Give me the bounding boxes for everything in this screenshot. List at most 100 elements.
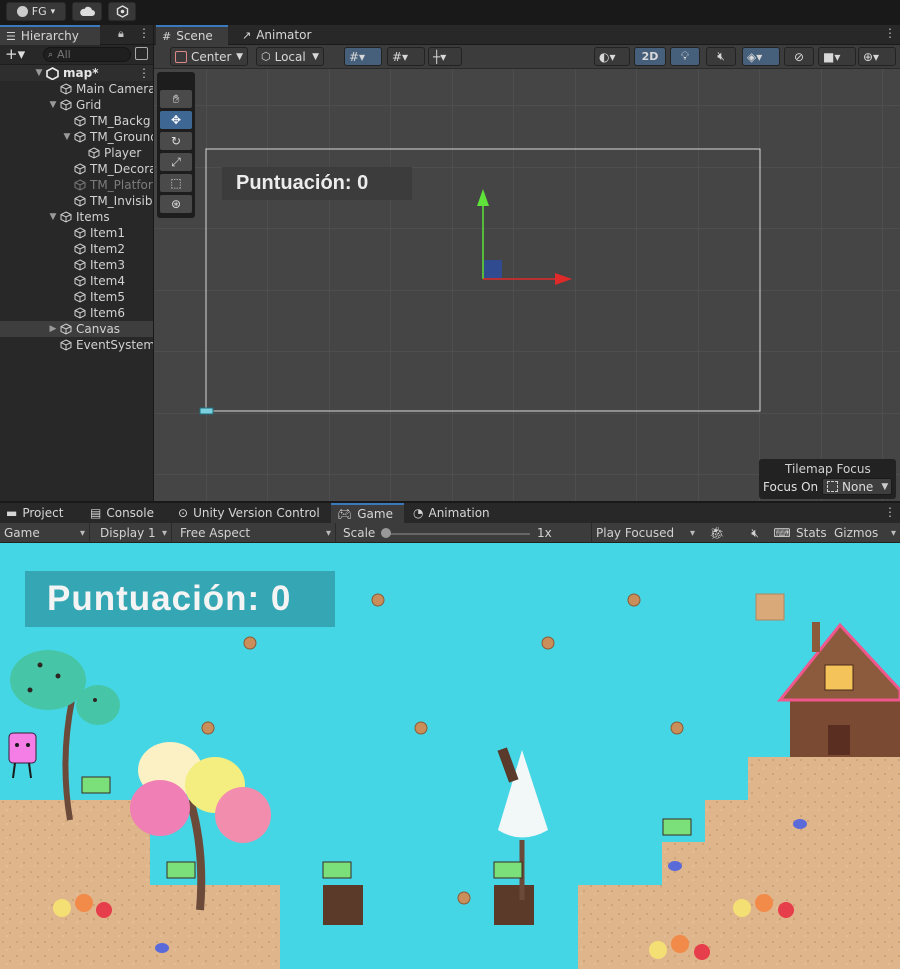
visibility-button[interactable]: ⊘ <box>784 47 814 66</box>
hand-tool-button[interactable]: ✋︎ <box>160 90 192 108</box>
lock-icon[interactable]: 🔒︎ <box>118 27 124 41</box>
tilemap-focus-overlay: Tilemap Focus Focus On None ▼ <box>759 459 896 499</box>
hierarchy-item[interactable]: Item5 <box>0 289 153 305</box>
hierarchy-item-label: Grid <box>76 98 102 112</box>
debug-button[interactable]: 🐞︎ <box>703 523 727 543</box>
increment-snapping-button[interactable]: #▾ <box>387 47 425 66</box>
tab-console[interactable]: ▤ Console <box>84 503 160 523</box>
draw-mode-dropdown[interactable]: ◐▾ <box>594 47 630 66</box>
rect-tool-button[interactable]: ⬚ <box>160 174 192 192</box>
chevron-down-icon[interactable]: ▼ <box>34 68 44 78</box>
hierarchy-item[interactable]: TM_Decora <box>0 161 153 177</box>
chevron-down-icon[interactable]: ▼ <box>48 100 58 110</box>
pivot-dropdown[interactable]: Center ▼ <box>170 47 248 66</box>
focus-on-dropdown[interactable]: None ▼ <box>822 478 892 495</box>
game-mode-dropdown[interactable]: Game <box>0 523 90 543</box>
tab-version-control[interactable]: ⊙ Unity Version Control <box>172 503 326 523</box>
transform-tool-button[interactable]: ⊛ <box>160 195 192 213</box>
hierarchy-item[interactable]: EventSystem <box>0 337 153 353</box>
scene-more-icon[interactable]: ⋮ <box>138 66 150 80</box>
tab-hierarchy[interactable]: ☰ Hierarchy <box>0 25 100 45</box>
tab-animation[interactable]: ◔ Animation <box>407 503 496 523</box>
scene-score-label[interactable]: Puntuación: 0 <box>222 167 412 200</box>
bulb-icon: 💡︎ <box>680 49 690 63</box>
gameobject-cube-icon <box>74 243 86 255</box>
scale-icon: ⤢ <box>171 154 181 169</box>
add-icon[interactable]: +▾ <box>5 45 25 63</box>
hierarchy-item[interactable]: Item4 <box>0 273 153 289</box>
hierarchy-item[interactable]: ▶ Canvas <box>0 321 153 337</box>
space-dropdown[interactable]: ⬡ Local ▼ <box>256 47 324 66</box>
snap-increment-icon: #▾ <box>392 49 409 64</box>
hierarchy-tabbar: ☰ Hierarchy 🔒︎ ⋮ <box>0 25 153 45</box>
hidden-eye-icon: ⊘ <box>793 49 805 64</box>
hierarchy-item[interactable]: TM_Invisib <box>0 193 153 209</box>
hierarchy-item[interactable]: Main Camera <box>0 81 153 97</box>
tab-project[interactable]: ▬ Project <box>0 503 69 523</box>
hierarchy-item[interactable]: TM_Backg <box>0 113 153 129</box>
gameobject-cube-icon <box>60 323 72 335</box>
hierarchy-item-label: Canvas <box>76 322 121 336</box>
tab-scene[interactable]: # Scene <box>156 25 228 45</box>
ruler-button[interactable]: ┼▾ <box>428 47 462 66</box>
scale-tool-button[interactable]: ⤢ <box>160 153 192 171</box>
hierarchy-item[interactable]: Item1 <box>0 225 153 241</box>
hierarchy-item[interactable]: Item6 <box>0 305 153 321</box>
gizmos-scene-dropdown[interactable]: ⊕▾ <box>858 47 896 66</box>
hierarchy-item[interactable]: Item3 <box>0 257 153 273</box>
mute-audio-button[interactable]: 🔇︎ <box>740 523 766 543</box>
hierarchy-item[interactable]: Item2 <box>0 241 153 257</box>
more-options-icon[interactable]: ⋮ <box>138 26 150 40</box>
hierarchy-item-label: Main Camera <box>76 82 153 96</box>
hierarchy-item[interactable]: Player <box>0 145 153 161</box>
chevron-down-icon: ▼ <box>881 481 889 492</box>
hierarchy-item[interactable]: ▼ TM_Ground <box>0 129 153 145</box>
hierarchy-item[interactable]: TM_Platfor <box>0 177 153 193</box>
hierarchy-toolbar: +▾ ⌕ All <box>0 45 153 65</box>
hierarchy-item[interactable]: ▼ Items <box>0 209 153 225</box>
list-icon: ☰ <box>6 29 16 43</box>
search-input[interactable]: ⌕ All <box>43 47 131 62</box>
scene-more-icon[interactable]: ⋮ <box>884 26 896 40</box>
audio-button[interactable]: 🔇︎ <box>706 47 736 66</box>
canvas-handle <box>199 407 214 415</box>
play-mode-dropdown[interactable]: Play Focused <box>591 523 699 543</box>
account-dropdown[interactable]: FG ▾ <box>6 2 66 21</box>
ruler-icon: ┼▾ <box>433 49 447 64</box>
display-dropdown[interactable]: Display 1 <box>96 523 172 543</box>
keyboard-icon: ⌨ <box>773 526 791 540</box>
services-button[interactable] <box>108 2 136 21</box>
chevron-down-icon[interactable]: ▼ <box>62 132 72 142</box>
scale-label: Scale <box>343 526 376 540</box>
stats-button[interactable]: Stats <box>792 523 827 543</box>
hierarchy-item-label: TM_Decora <box>90 162 153 176</box>
effects-dropdown[interactable]: ◈▾ <box>742 47 780 66</box>
hierarchy-item[interactable]: ▼ Grid <box>0 97 153 113</box>
tab-game-label: Game <box>357 507 393 521</box>
tab-animator[interactable]: ↗ Animator <box>236 25 318 45</box>
chevron-down-icon[interactable]: ▼ <box>48 212 58 222</box>
move-tool-button[interactable]: ✥ <box>160 111 192 129</box>
game-score-label: Puntuación: 0 <box>25 571 335 627</box>
game-view[interactable]: Puntuación: 0 <box>0 543 900 969</box>
aspect-dropdown[interactable]: Free Aspect <box>176 523 336 543</box>
gear-icon <box>116 5 128 18</box>
grid-snapping-button[interactable]: #▾ <box>344 47 382 66</box>
chevron-right-icon[interactable]: ▶ <box>48 324 58 334</box>
toggle-2d-button[interactable]: 2D <box>634 47 666 66</box>
filter-icon[interactable] <box>135 47 148 60</box>
scale-slider[interactable] <box>384 533 530 535</box>
hierarchy-item-label: Items <box>76 210 110 224</box>
scene-row[interactable]: ▼ map* ⋮ <box>0 65 153 81</box>
unity-scene-icon <box>46 66 59 80</box>
cloud-button[interactable] <box>72 2 102 21</box>
hierarchy-item-label: Item6 <box>90 306 125 320</box>
rotate-tool-button[interactable]: ↻ <box>160 132 192 150</box>
gizmos-dropdown[interactable]: Gizmos <box>830 523 900 543</box>
bottom-more-icon[interactable]: ⋮ <box>884 505 896 519</box>
lighting-button[interactable]: 💡︎ <box>670 47 700 66</box>
camera-dropdown[interactable]: ■▾ <box>818 47 856 66</box>
shortcuts-button[interactable]: ⌨ <box>768 523 792 543</box>
tab-game[interactable]: 🎮︎ Game <box>331 503 404 523</box>
scale-slider-thumb[interactable] <box>381 528 391 538</box>
